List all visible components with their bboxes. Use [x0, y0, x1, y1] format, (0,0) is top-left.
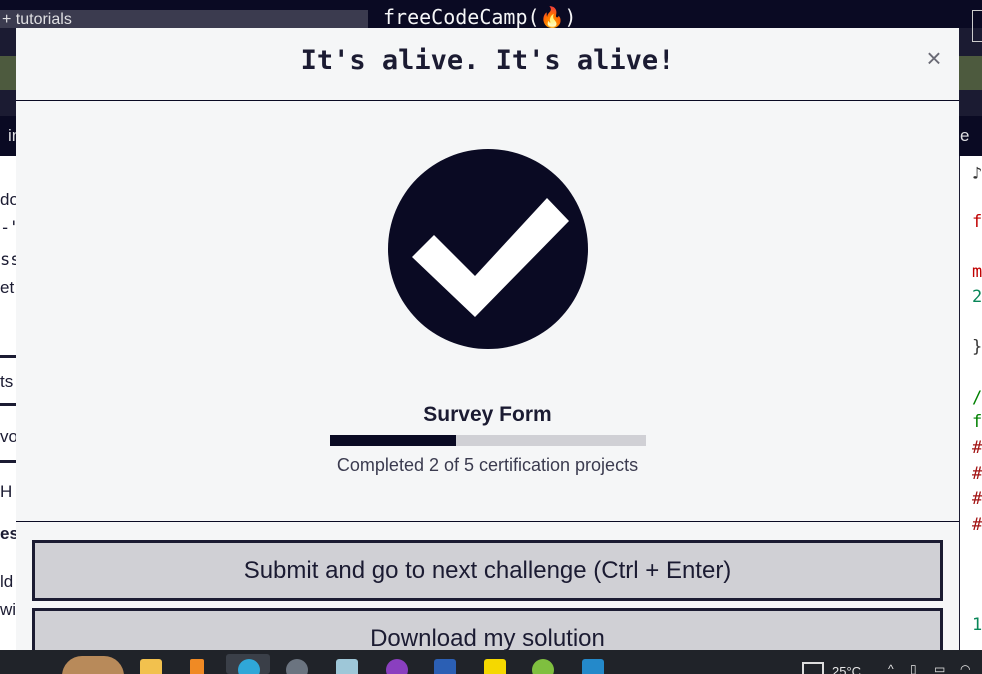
code-fragment: # — [972, 438, 982, 458]
code-fragment: # — [972, 464, 982, 484]
folder-icon[interactable] — [140, 659, 162, 674]
settings-icon[interactable] — [286, 659, 308, 674]
code-fragment: m — [972, 262, 982, 282]
podcast-icon[interactable] — [386, 659, 408, 674]
vlc-icon[interactable] — [190, 659, 204, 674]
code-fragment: f — [972, 412, 982, 432]
progress-bar-fill — [330, 435, 457, 446]
text-fragment: H — [0, 482, 13, 501]
progress-bar — [330, 435, 646, 446]
profile-button[interactable] — [972, 10, 982, 42]
chevron-up-icon[interactable]: ^ — [888, 662, 894, 674]
search-bar[interactable]: + tutorials — [0, 10, 368, 28]
text-fragment: ts — [0, 372, 14, 391]
weather-icon[interactable] — [802, 662, 824, 674]
code-fragment: # — [972, 515, 982, 535]
code-fragment: f — [972, 212, 982, 232]
text-fragment: et — [0, 278, 15, 297]
word-icon[interactable] — [434, 659, 456, 674]
code-fragment: / — [972, 388, 982, 408]
brand-logo[interactable]: freeCodeCamp(🔥) — [383, 6, 576, 28]
code-fragment: # — [972, 489, 982, 509]
vscode-icon[interactable] — [582, 659, 604, 674]
challenge-complete-modal: It's alive. It's alive! × Survey Form Co… — [16, 28, 959, 650]
modal-body: Survey Form Completed 2 of 5 certificati… — [16, 101, 959, 522]
code-fragment: } — [972, 337, 982, 357]
android-icon[interactable] — [532, 659, 554, 674]
modal-header: It's alive. It's alive! × — [16, 28, 959, 101]
modal-title: It's alive. It's alive! — [300, 45, 675, 76]
sticky-notes-icon[interactable] — [484, 659, 506, 674]
wifi-icon[interactable]: ◠ — [960, 662, 970, 674]
network-icon[interactable]: ▭ — [934, 662, 945, 674]
code-fragment: ♪ — [972, 164, 982, 184]
divider — [0, 355, 16, 358]
battery-icon[interactable]: ▯ — [910, 662, 917, 674]
close-button[interactable]: × — [924, 45, 944, 71]
tab-fragment: e — [960, 126, 970, 145]
text-fragment: wi — [0, 600, 17, 619]
submit-next-challenge-button[interactable]: Submit and go to next challenge (Ctrl + … — [32, 540, 943, 601]
progress-text: Completed 2 of 5 certification projects — [336, 455, 639, 475]
notepad-icon[interactable] — [336, 659, 358, 674]
divider — [0, 460, 16, 463]
taskbar: 25°C ^ ▯ ▭ ◠ — [0, 650, 982, 674]
code-fragment: 2 — [972, 287, 982, 307]
download-solution-button[interactable]: Download my solution — [32, 608, 943, 650]
temperature[interactable]: 25°C — [832, 664, 861, 674]
divider — [0, 403, 16, 406]
widgets-icon[interactable] — [62, 656, 124, 674]
checkmark-circle-icon — [388, 149, 588, 349]
edge-icon[interactable] — [238, 659, 260, 674]
project-title: Survey Form — [423, 403, 552, 426]
text-fragment: ld — [0, 572, 14, 591]
code-fragment: 1 — [972, 615, 982, 635]
